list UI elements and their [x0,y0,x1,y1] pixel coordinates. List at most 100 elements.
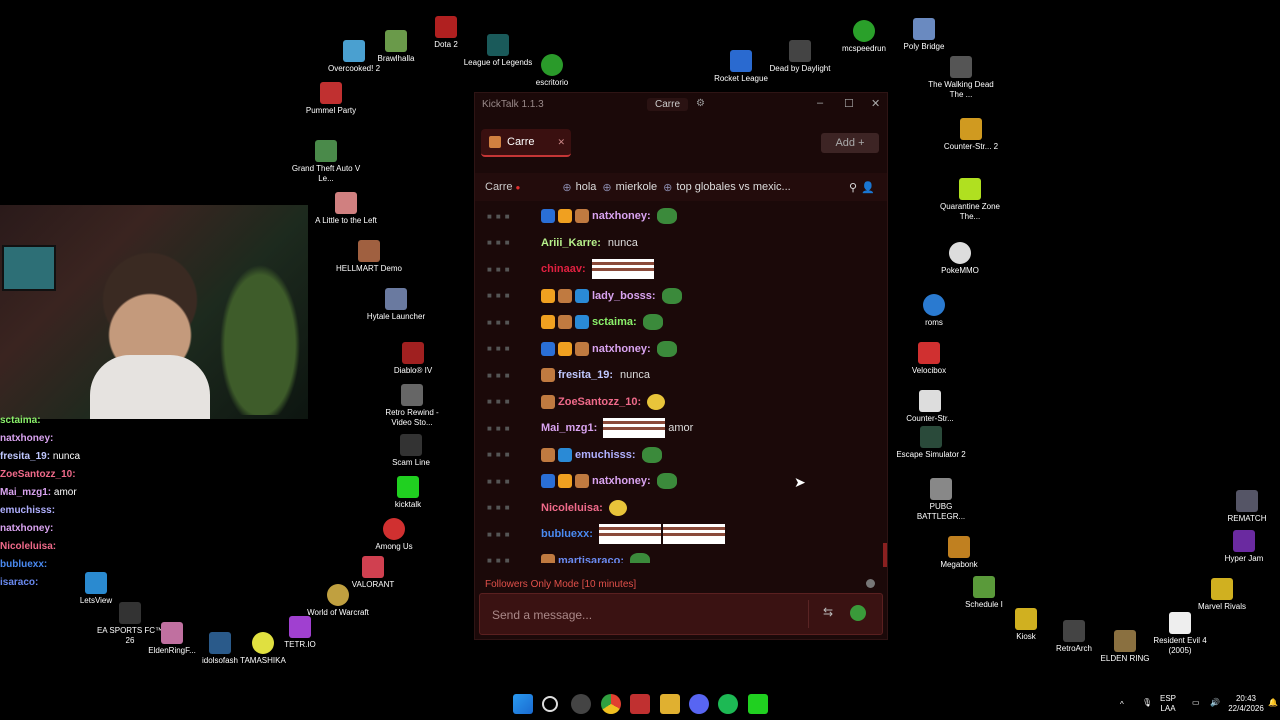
username[interactable]: chinaav: [541,263,586,275]
ban-icon[interactable]: ■ [487,265,492,274]
delete-icon[interactable]: ■ [496,556,501,563]
username[interactable]: natxhoney: [592,343,651,355]
ban-icon[interactable]: ■ [487,291,492,300]
chat-message[interactable]: ■ ■ ■ martisaraco: [475,548,887,563]
user-icon[interactable]: 👤 [861,181,875,194]
username[interactable]: lady_bosss: [592,290,656,302]
mod-actions[interactable]: ■ ■ ■ [475,397,537,406]
delete-icon[interactable]: ■ [496,424,501,433]
ban-icon[interactable]: ■ [487,450,492,459]
mod-actions[interactable]: ■ ■ ■ [475,291,537,300]
pinned-topic-2[interactable]: mierkole [616,181,658,193]
delete-icon[interactable]: ■ [496,477,501,486]
desktop-icon-wow[interactable]: World of Warcraft [302,584,374,618]
desktop-icon-cs[interactable]: Counter-Str... [894,390,966,424]
chat-message[interactable]: ■ ■ ■ lady_bosss: [475,283,887,310]
delete-icon[interactable]: ■ [496,265,501,274]
mod-actions[interactable]: ■ ■ ■ [475,424,537,433]
ban-icon[interactable]: ■ [487,530,492,539]
timeout-icon[interactable]: ■ [505,397,510,406]
settings-gear-icon[interactable]: ⚙ [696,98,705,109]
ban-icon[interactable]: ■ [487,318,492,327]
username[interactable]: sctaima: [592,316,637,328]
mod-actions[interactable]: ■ ■ ■ [475,477,537,486]
chat-message[interactable]: ■ ■ ■ natxhoney: [475,336,887,363]
chat-message[interactable]: ■ ■ ■ Mai_mzg1: amor [475,415,887,442]
desktop-icon-hellmart[interactable]: HELLMART Demo [333,240,405,274]
timeout-icon[interactable]: ■ [505,371,510,380]
desktop-icon-megabonk[interactable]: Megabonk [923,536,995,570]
desktop-icon-overcooked[interactable]: Overcooked! 2 [318,40,390,74]
mod-actions[interactable]: ■ ■ ■ [475,530,537,539]
ban-icon[interactable]: ■ [487,344,492,353]
desktop-icon-rematch[interactable]: REMATCH [1211,490,1280,524]
desktop-icon-hyperjam[interactable]: Hyper Jam [1208,530,1280,564]
username[interactable]: ZoeSantozz_10: [558,396,641,408]
volume-icon[interactable]: 🔊 [1210,698,1220,708]
pinned-topic-3[interactable]: top globales vs mexic... [676,181,790,193]
message-input[interactable] [490,604,794,626]
ban-icon[interactable]: ■ [487,397,492,406]
timeout-icon[interactable]: ■ [505,477,510,486]
delete-icon[interactable]: ■ [496,397,501,406]
username[interactable]: fresita_19: [558,369,613,381]
chat-message[interactable]: ■ ■ ■ Ariii_Karre: nunca [475,230,887,257]
search-icon[interactable] [542,696,558,712]
mod-actions[interactable]: ■ ■ ■ [475,212,537,221]
delete-icon[interactable]: ■ [496,503,501,512]
username[interactable]: bubluexx: [541,528,593,540]
desktop-icon-diablo[interactable]: Diablo® IV [377,342,449,376]
desktop-icon-quarantine[interactable]: Quarantine Zone The... [934,178,1006,222]
desktop-icon-gta[interactable]: Grand Theft Auto V Le... [290,140,362,184]
desktop-icon-marvelrivals[interactable]: Marvel Rivals [1186,578,1258,612]
tab-close-icon[interactable]: ✕ [557,137,565,148]
chat-message[interactable]: ■ ■ ■ emuchisss: [475,442,887,469]
minimize-icon[interactable]: – [817,97,823,109]
delete-icon[interactable]: ■ [496,318,501,327]
ban-icon[interactable]: ■ [487,477,492,486]
language-indicator[interactable]: ESP LAA [1160,694,1176,714]
pin-icon[interactable]: ⚲ [849,181,857,194]
ban-icon[interactable]: ■ [487,212,492,221]
emote-picker-icon[interactable] [850,605,866,621]
add-channel-button[interactable]: Add + [821,133,879,153]
mod-actions[interactable]: ■ ■ ■ [475,503,537,512]
desktop-icon-hytale[interactable]: Hytale Launcher [360,288,432,322]
chat-message[interactable]: ■ ■ ■ bubluexx: [475,521,887,548]
desktop-icon-schedule1[interactable]: Schedule I [948,576,1020,610]
desktop-icon-dbd[interactable]: Dead by Daylight [764,40,836,74]
mod-actions[interactable]: ■ ■ ■ [475,371,537,380]
desktop-icon-pubg[interactable]: PUBG BATTLEGR... [905,478,977,522]
chrome-icon[interactable] [601,694,621,714]
tray-chevron-icon[interactable]: ^ [1120,700,1124,710]
delete-icon[interactable]: ■ [496,291,501,300]
timeout-icon[interactable]: ■ [505,450,510,459]
username[interactable]: Nicoleluisa: [541,502,603,514]
obs-icon[interactable] [571,694,591,714]
mod-actions[interactable]: ■ ■ ■ [475,238,537,247]
desktop-icon-re4[interactable]: Resident Evil 4 (2005) [1144,612,1216,656]
delete-icon[interactable]: ■ [496,371,501,380]
ban-icon[interactable]: ■ [487,556,492,563]
username[interactable]: Ariii_Karre: [541,237,601,249]
username[interactable]: natxhoney: [592,475,651,487]
mod-actions[interactable]: ■ ■ ■ [475,450,537,459]
timeout-icon[interactable]: ■ [505,424,510,433]
chat-message[interactable]: ■ ■ ■ sctaima: [475,309,887,336]
desktop-icon-tetrio[interactable]: TETR.IO [264,616,336,650]
desktop-icon-walkingdead[interactable]: The Walking Dead The ... [925,56,997,100]
desktop-icon-polybridge[interactable]: Poly Bridge [888,18,960,52]
streamer-app-icon[interactable] [630,694,650,714]
timeout-icon[interactable]: ■ [505,503,510,512]
mod-actions[interactable]: ■ ■ ■ [475,265,537,274]
windows-start-icon[interactable] [513,694,533,714]
chat-message[interactable]: ■ ■ ■ Nicoleluisa: [475,495,887,522]
desktop-icon-amongus[interactable]: Among Us [358,518,430,552]
mod-actions[interactable]: ■ ■ ■ [475,344,537,353]
file-explorer-icon[interactable] [660,694,680,714]
chat-message[interactable]: ■ ■ ■ fresita_19: nunca [475,362,887,389]
desktop-icon-pokemmo[interactable]: PokeMMO [924,242,996,276]
chat-message[interactable]: ■ ■ ■ ZoeSantozz_10: [475,389,887,416]
username[interactable]: Mai_mzg1: [541,422,597,434]
delete-icon[interactable]: ■ [496,530,501,539]
